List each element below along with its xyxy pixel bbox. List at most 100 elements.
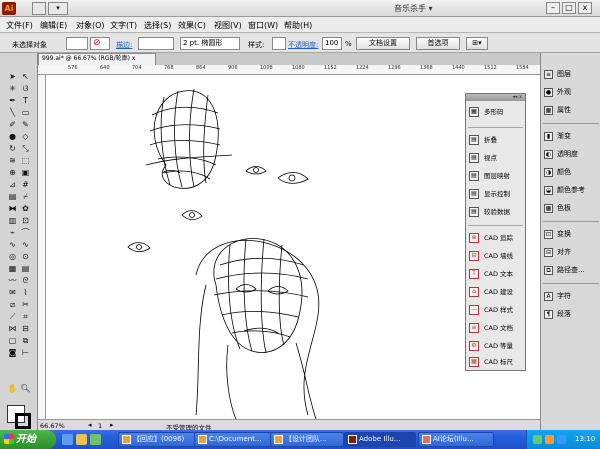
- eraser-icon[interactable]: ◇: [20, 131, 31, 142]
- menu-type[interactable]: 文字(T): [110, 20, 137, 31]
- blob-brush-icon[interactable]: ●: [7, 131, 18, 142]
- dock-paragraph[interactable]: ¶ 段落: [544, 307, 599, 321]
- pencil-icon[interactable]: ✎: [20, 119, 31, 130]
- join-tool-icon[interactable]: ⋈: [7, 323, 18, 334]
- stroke-weight-field[interactable]: [138, 37, 174, 50]
- screen-mode-icon[interactable]: ▢: [7, 335, 18, 346]
- dock-transform[interactable]: ⊡ 变换: [544, 227, 599, 241]
- magic-wand-icon[interactable]: ✳: [7, 83, 18, 94]
- taskbar-button[interactable]: 【回应】(0096): [118, 432, 198, 447]
- anchor-tool-icon[interactable]: ⌁: [7, 227, 18, 238]
- graph-tool-icon[interactable]: ▥: [7, 215, 18, 226]
- eyedropper-icon[interactable]: ⌿: [20, 191, 31, 202]
- width-tool-icon[interactable]: ≋: [7, 155, 18, 166]
- ruler-tool-icon[interactable]: ⊟: [20, 323, 31, 334]
- menu-file[interactable]: 文件(F): [6, 20, 33, 31]
- taskbar-button[interactable]: AI论坛(Illu...: [418, 432, 494, 447]
- variable-width-profile[interactable]: 2 pt. 椭圆形: [180, 37, 240, 50]
- wave-tool-icon[interactable]: 〰: [7, 275, 18, 286]
- show-desktop-icon[interactable]: [76, 434, 87, 445]
- fill-swatch[interactable]: [66, 37, 88, 50]
- tray-app-icon[interactable]: [557, 435, 566, 444]
- plugin-panel-header[interactable]: ◂◂ x: [466, 94, 525, 101]
- menu-object[interactable]: 对象(O): [76, 20, 105, 31]
- dock-align[interactable]: ⊟ 对齐: [544, 245, 599, 259]
- knife-tool-icon[interactable]: ⟋: [7, 311, 18, 322]
- plugin-item[interactable]: ⊟ CAD 墙线: [469, 250, 524, 263]
- blend-tool-icon[interactable]: ⧓: [7, 203, 18, 214]
- graphic-style-swatch[interactable]: [272, 37, 286, 50]
- plugin-item[interactable]: ▤ 视点: [469, 152, 524, 165]
- artboard-nav-prev-icon[interactable]: ◂: [88, 421, 92, 429]
- taskbar-button-illustrator[interactable]: Adobe Illu...: [344, 432, 416, 447]
- dock-gradient[interactable]: ▮ 渐变: [544, 129, 599, 143]
- plugin-item[interactable]: ▦ 多形码: [469, 106, 524, 119]
- chart-icon[interactable]: ▤: [20, 263, 31, 274]
- dock-attributes[interactable]: ▦ 属性: [544, 103, 599, 117]
- plugin-item[interactable]: ▤ 图层映射: [469, 170, 524, 183]
- taskbar-button[interactable]: 【设计团队...: [270, 432, 344, 447]
- camera-icon[interactable]: ◙: [7, 347, 18, 358]
- scale-tool-icon[interactable]: ⤡: [20, 143, 31, 154]
- symbol-sprayer-icon[interactable]: ✿: [20, 203, 31, 214]
- close-button[interactable]: x: [578, 2, 592, 14]
- plugin-item[interactable]: ▦ CAD 标尺: [469, 356, 524, 369]
- zoom-level[interactable]: 66.67%: [40, 422, 65, 430]
- plugin-item[interactable]: ≡ CAD 文档: [469, 322, 524, 335]
- free-transform-icon[interactable]: ⬚: [20, 155, 31, 166]
- direct-selection-tool-icon[interactable]: ↖: [20, 71, 31, 82]
- rectangle-tool-icon[interactable]: ▭: [20, 107, 31, 118]
- plugin-item[interactable]: ▤ 显示控制: [469, 188, 524, 201]
- target-tool-icon[interactable]: ◎: [7, 251, 18, 262]
- scissors-icon[interactable]: ✂: [20, 299, 31, 310]
- dock-appearance[interactable]: ● 外观: [544, 85, 599, 99]
- volume-icon[interactable]: [545, 435, 554, 444]
- crop-tool-icon[interactable]: ⌗: [20, 311, 31, 322]
- document-setup-button[interactable]: 文档设置: [356, 37, 410, 50]
- taskbar-button[interactable]: C:\Document...: [194, 432, 272, 447]
- line-tool-icon[interactable]: ╲: [7, 107, 18, 118]
- plugin-item[interactable]: ▤ 较验数据: [469, 206, 524, 219]
- menu-select[interactable]: 选择(S): [144, 20, 171, 31]
- rotate-tool-icon[interactable]: ↻: [7, 143, 18, 154]
- clock[interactable]: 13:10: [575, 430, 595, 449]
- hand-tool-icon[interactable]: ✋: [7, 383, 18, 394]
- document-tab[interactable]: 999.ai* @ 66.67% (RGB/轮廓) x: [38, 53, 156, 65]
- maximize-button[interactable]: □: [562, 2, 576, 14]
- plugin-item[interactable]: ▤ 折叠: [469, 134, 524, 147]
- opacity-input[interactable]: 100: [322, 37, 342, 50]
- opacity-link[interactable]: 不透明度:: [288, 40, 318, 50]
- minimize-button[interactable]: –: [546, 2, 560, 14]
- plugin-item[interactable]: ⚙ CAD 等量: [469, 340, 524, 353]
- artboard-tool-icon[interactable]: ⊡: [20, 215, 31, 226]
- envelope-icon[interactable]: ✉: [7, 287, 18, 298]
- workspace-switcher[interactable]: 音乐杀手 ▾: [394, 3, 433, 14]
- reshape-tool-icon[interactable]: ⌒: [20, 227, 31, 238]
- perspective-grid-icon[interactable]: ⊿: [7, 179, 18, 190]
- arrange-icon[interactable]: ⊞▾: [466, 37, 488, 50]
- live-paint-icon[interactable]: ▣: [20, 167, 31, 178]
- print-tiling-icon[interactable]: ⧉: [20, 335, 31, 346]
- zoom-tool-icon[interactable]: 🔍︎: [20, 383, 31, 394]
- stroke-color-box[interactable]: [15, 413, 31, 429]
- selection-tool-icon[interactable]: ➤: [7, 71, 18, 82]
- menu-effect[interactable]: 效果(C): [178, 20, 206, 31]
- menu-edit[interactable]: 编辑(E): [40, 20, 67, 31]
- slice-tool-icon[interactable]: ⧄: [7, 299, 18, 310]
- measure-icon[interactable]: ⊢: [20, 347, 31, 358]
- graph-bar-icon[interactable]: ▦: [7, 263, 18, 274]
- stroke-red-icon[interactable]: ∿: [7, 239, 18, 250]
- artboard-nav-next-icon[interactable]: ▸: [110, 421, 114, 429]
- artboard-number[interactable]: 1: [98, 422, 102, 430]
- menu-help[interactable]: 帮助(H): [284, 20, 312, 31]
- dock-layers[interactable]: ≡ 图层: [544, 67, 599, 81]
- gradient-tool-icon[interactable]: ▤: [7, 191, 18, 202]
- warp-tool-icon[interactable]: ⌇: [20, 287, 31, 298]
- plugin-item[interactable]: ⌂ CAD 建设: [469, 286, 524, 299]
- plugin-item[interactable]: — CAD 样式: [469, 304, 524, 317]
- spiral-tool-icon[interactable]: ᘓ: [20, 275, 31, 286]
- mesh-tool-icon[interactable]: #: [20, 179, 31, 190]
- paintbrush-icon[interactable]: ✐: [7, 119, 18, 130]
- network-icon[interactable]: [533, 435, 542, 444]
- stroke-link[interactable]: 描边:: [116, 40, 132, 50]
